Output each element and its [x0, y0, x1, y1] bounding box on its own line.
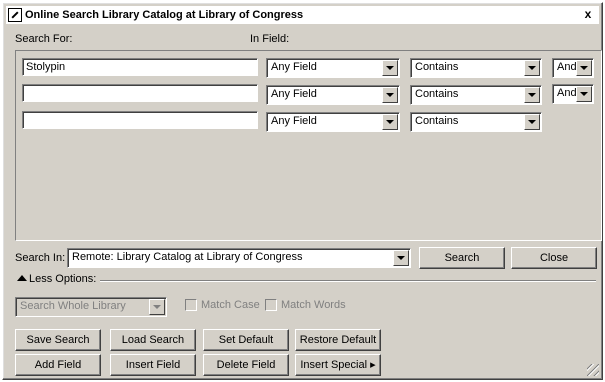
app-icon: [8, 8, 22, 22]
chevron-down-icon[interactable]: [524, 87, 540, 103]
chevron-down-icon[interactable]: [524, 60, 540, 76]
search-term-input[interactable]: [22, 84, 258, 102]
match-words-checkbox: [265, 299, 277, 311]
window-title: Online Search Library Catalog at Library…: [25, 9, 304, 21]
insert-field-button[interactable]: Insert Field: [110, 354, 196, 376]
load-search-button[interactable]: Load Search: [110, 329, 196, 351]
close-window-button[interactable]: x: [580, 7, 596, 21]
add-field-button[interactable]: Add Field: [15, 354, 101, 376]
scope-select: Search Whole Library: [15, 297, 167, 317]
search-button[interactable]: Search: [419, 247, 505, 269]
options-separator: [100, 280, 596, 282]
field-select-value: Any Field: [271, 61, 317, 73]
delete-field-button[interactable]: Delete Field: [203, 354, 289, 376]
match-case-checkbox: [185, 299, 197, 311]
chevron-down-icon: [149, 299, 165, 315]
match-type-value: Contains: [415, 88, 459, 100]
search-dialog: Online Search Library Catalog at Library…: [2, 2, 603, 380]
match-type-select[interactable]: Contains: [410, 58, 542, 78]
match-type-value: Contains: [415, 115, 459, 127]
search-in-label: Search In:: [15, 252, 66, 264]
criteria-panel: Stolypin Any Field Contains And Any Fiel…: [15, 50, 602, 241]
match-type-select[interactable]: Contains: [410, 85, 542, 105]
match-words-label: Match Words: [281, 299, 346, 311]
search-term-input[interactable]: Stolypin: [22, 58, 258, 76]
field-select[interactable]: Any Field: [266, 58, 400, 78]
chevron-down-icon[interactable]: [393, 250, 409, 266]
restore-default-button[interactable]: Restore Default: [295, 329, 381, 351]
close-button[interactable]: Close: [511, 247, 597, 269]
field-select-value: Any Field: [271, 115, 317, 127]
match-case-label: Match Case: [201, 299, 260, 311]
boolean-select[interactable]: And: [552, 84, 594, 104]
insert-special-button[interactable]: Insert Special ▸: [295, 354, 381, 376]
chevron-down-icon[interactable]: [382, 87, 398, 103]
chevron-down-icon[interactable]: [382, 114, 398, 130]
chevron-down-icon[interactable]: [576, 60, 592, 76]
field-select-value: Any Field: [271, 88, 317, 100]
chevron-down-icon[interactable]: [576, 86, 592, 102]
search-in-select[interactable]: Remote: Library Catalog at Library of Co…: [67, 248, 411, 268]
in-field-label: In Field:: [250, 33, 290, 45]
set-default-button[interactable]: Set Default: [203, 329, 289, 351]
collapse-options-icon[interactable]: [17, 275, 27, 281]
boolean-select[interactable]: And: [552, 58, 594, 78]
field-select[interactable]: Any Field: [266, 85, 400, 105]
save-search-button[interactable]: Save Search: [15, 329, 101, 351]
field-select[interactable]: Any Field: [266, 112, 400, 132]
less-options-toggle[interactable]: Less Options:: [29, 273, 96, 285]
match-type-select[interactable]: Contains: [410, 112, 542, 132]
boolean-value: And: [557, 87, 577, 99]
boolean-value: And: [557, 61, 577, 73]
scope-value: Search Whole Library: [20, 300, 126, 312]
chevron-down-icon[interactable]: [524, 114, 540, 130]
resize-grip-icon[interactable]: [587, 364, 599, 376]
search-for-label: Search For:: [15, 33, 73, 45]
search-in-value: Remote: Library Catalog at Library of Co…: [72, 251, 303, 263]
search-term-input[interactable]: [22, 111, 258, 129]
match-type-value: Contains: [415, 61, 459, 73]
title-bar: Online Search Library Catalog at Library…: [6, 6, 599, 24]
chevron-down-icon[interactable]: [382, 60, 398, 76]
